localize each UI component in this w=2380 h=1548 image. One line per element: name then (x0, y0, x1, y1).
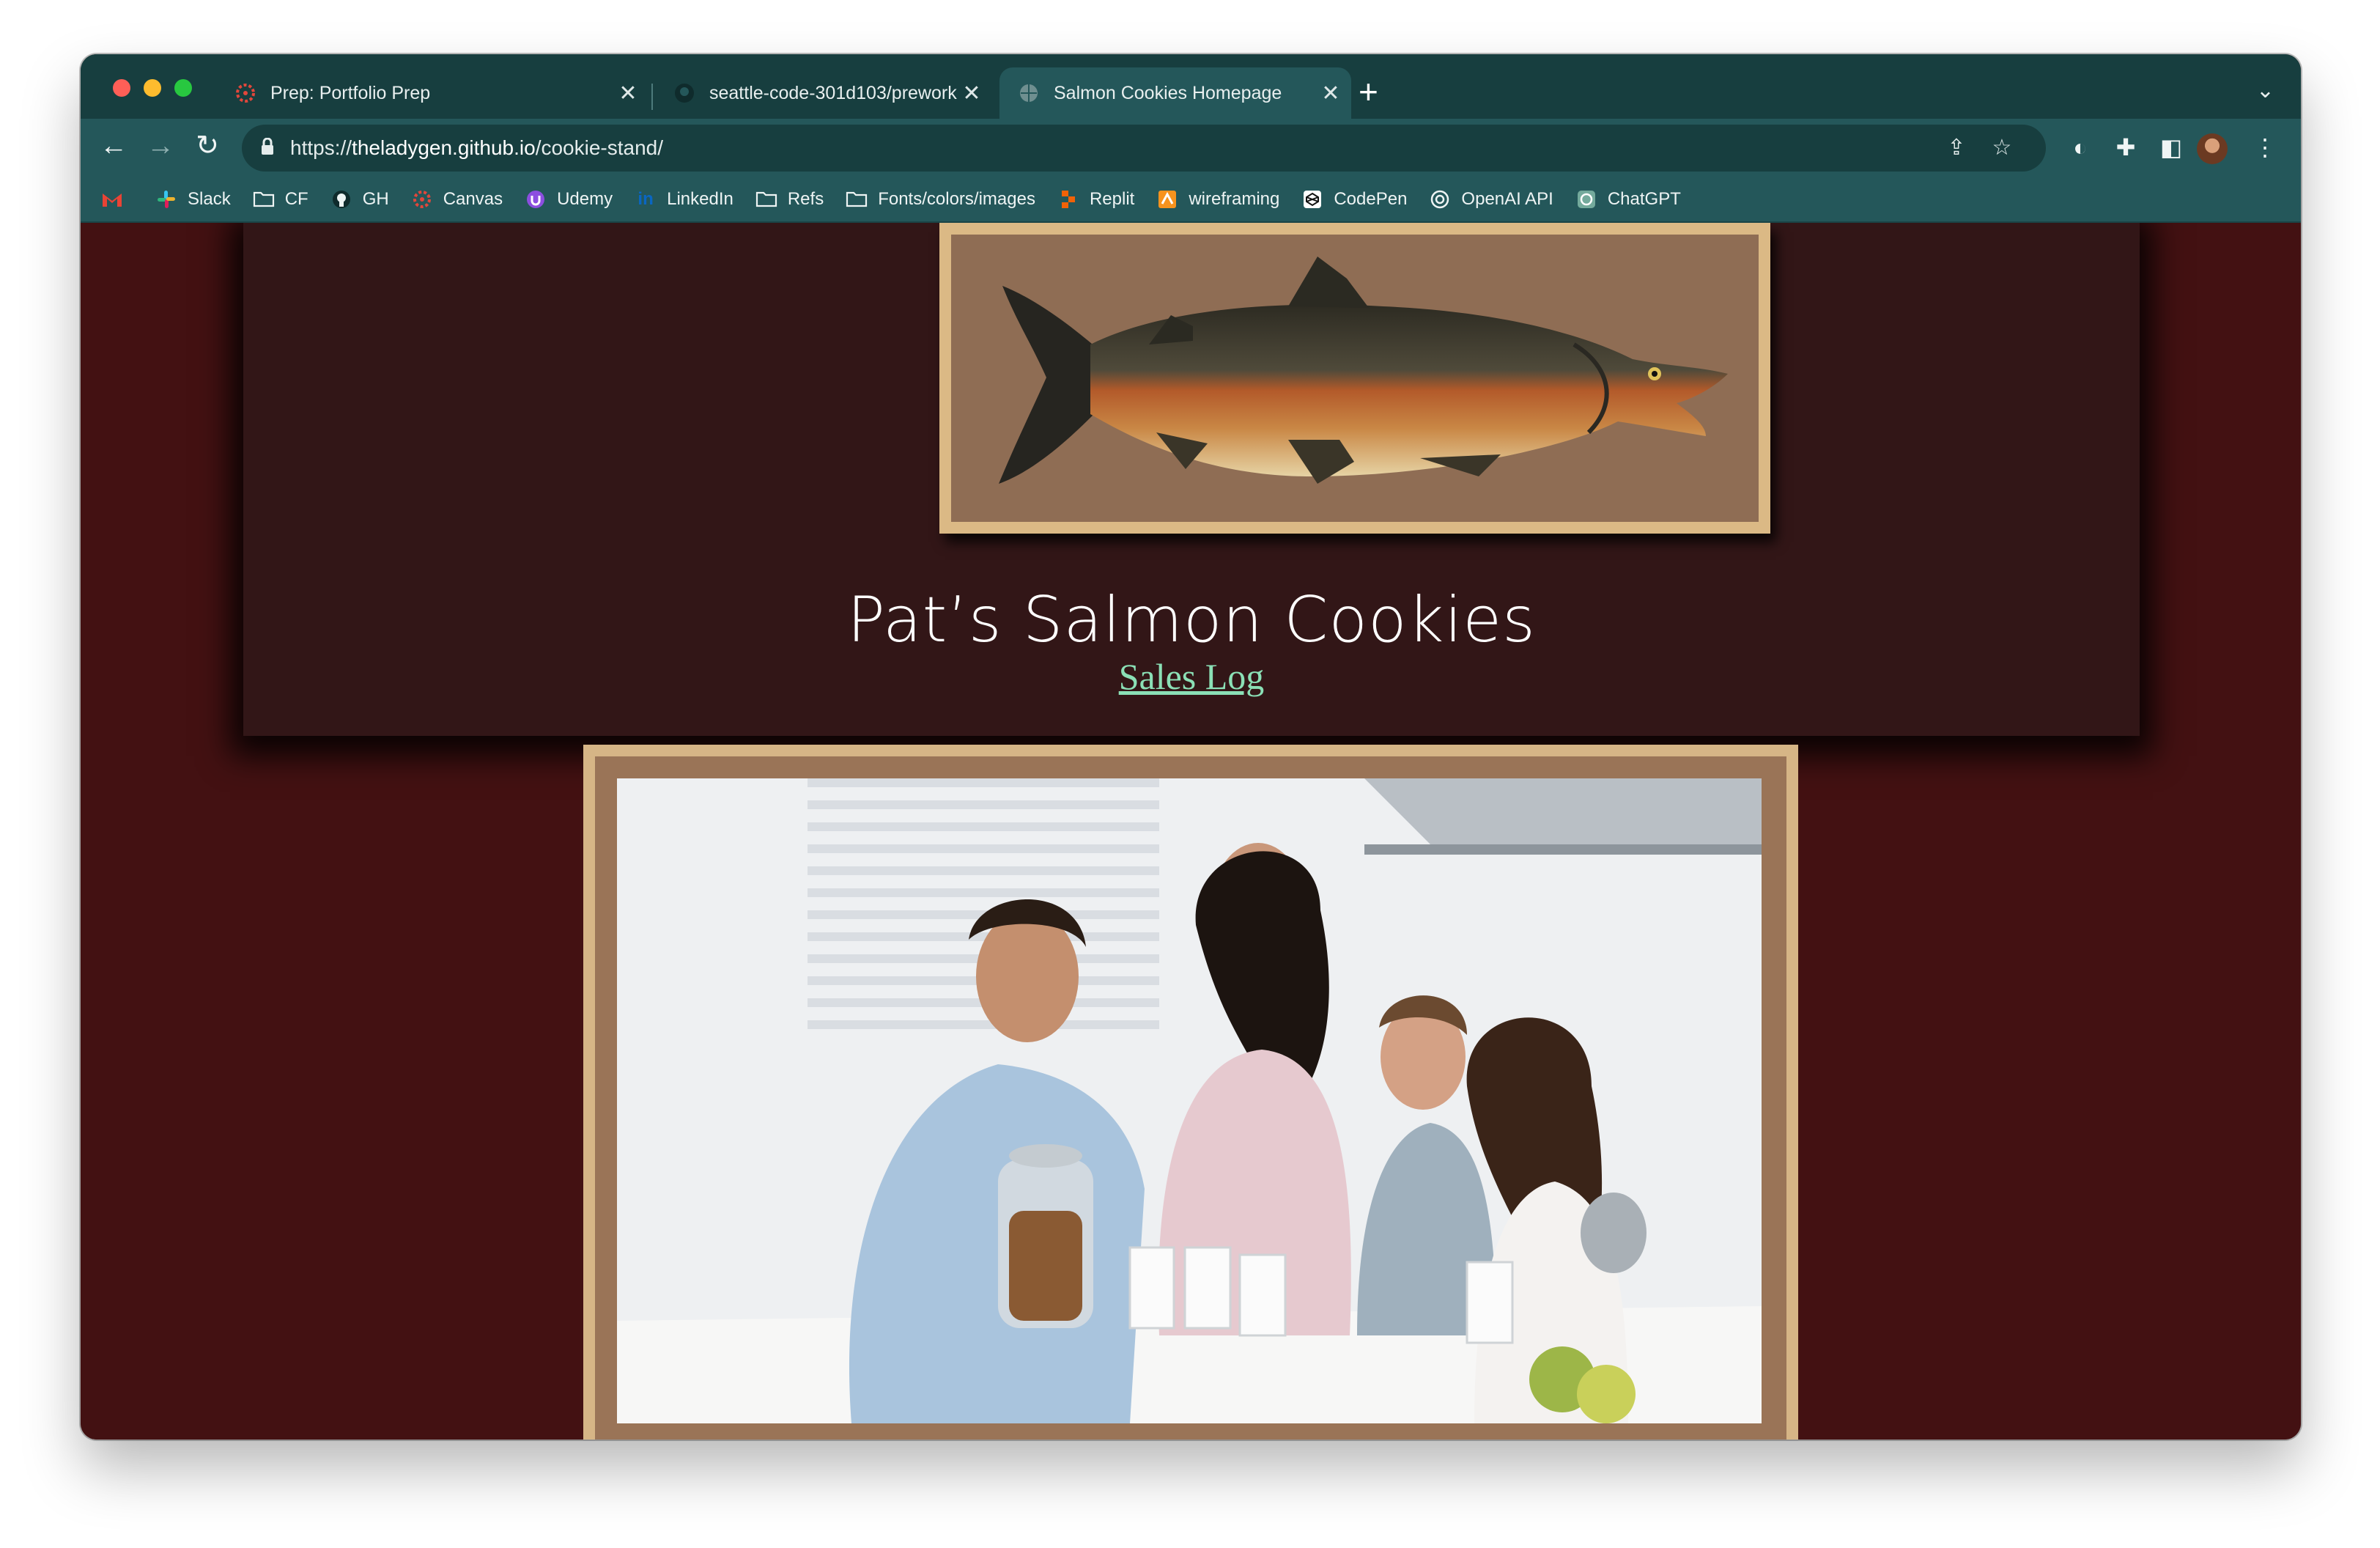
family-photo-illustration (617, 778, 1762, 1423)
url-path: /cookie-stand/ (535, 136, 664, 159)
bookmarks-bar: Slack CF GH Canvas Udemy in LinkedIn Ref… (81, 177, 2301, 223)
site-title: Pat’s Salmon Cookies (846, 583, 1536, 657)
bookmark-fonts-colors-images[interactable]: Fonts/colors/images (846, 188, 1035, 210)
salmon-illustration (999, 257, 1728, 484)
puzzle-icon[interactable]: ✚ (2110, 132, 2141, 163)
bookmark-label: GH (362, 189, 389, 209)
new-tab-button[interactable]: + (1359, 75, 1378, 108)
bookmark-canvas[interactable]: Canvas (411, 188, 503, 210)
udemy-icon (525, 188, 547, 210)
bookmark-label: Udemy (557, 189, 613, 209)
address-bar[interactable]: https://theladygen.github.io/cookie-stan… (242, 125, 2046, 172)
side-panel-icon[interactable]: ◧ (2156, 132, 2187, 163)
bookmark-slack[interactable]: Slack (155, 188, 231, 210)
share-icon[interactable]: ⇪ (1943, 135, 1970, 161)
tab-salmon-cookies[interactable]: Salmon Cookies Homepage ✕ (999, 67, 1351, 119)
chatgpt-icon (1575, 188, 1597, 210)
back-button[interactable]: ← (95, 128, 132, 164)
menu-icon[interactable]: ⋮ (2250, 132, 2280, 163)
bookmark-label: Slack (188, 189, 231, 209)
gmail-icon (101, 188, 123, 210)
bookmark-label: Canvas (443, 189, 503, 209)
extension-icon[interactable]: ◐ (2065, 132, 2096, 163)
bookmark-label: ChatGPT (1607, 189, 1681, 209)
url-host: theladygen.github.io (352, 136, 536, 159)
replit-icon (1057, 188, 1079, 210)
forward-button[interactable]: → (142, 128, 179, 164)
web-page: Pat’s Salmon Cookies Sales Log (81, 223, 2301, 1440)
maximize-window-button[interactable] (174, 79, 192, 97)
close-tab-icon[interactable]: ✕ (957, 81, 986, 106)
browser-toolbar: ← → ↻ https://theladygen.github.io/cooki… (81, 119, 2301, 177)
url-scheme: https:// (290, 136, 352, 159)
folder-icon (755, 188, 777, 210)
bookmark-openai-api[interactable]: OpenAI API (1429, 188, 1553, 210)
bookmark-replit[interactable]: Replit (1057, 188, 1134, 210)
tab-title: Prep: Portfolio Prep (270, 82, 431, 103)
bookmark-codepen[interactable]: CodePen (1301, 188, 1407, 210)
bookmark-label: OpenAI API (1461, 189, 1553, 209)
openai-icon (1429, 188, 1451, 210)
codepen-icon (1301, 188, 1323, 210)
bookmark-label: CodePen (1334, 189, 1408, 209)
bookmark-chatgpt[interactable]: ChatGPT (1575, 188, 1681, 210)
tab-search-chevron-icon[interactable]: ⌄ (2256, 78, 2274, 103)
close-window-button[interactable] (113, 79, 130, 97)
family-cookies-photo (617, 778, 1762, 1423)
github-icon (673, 81, 696, 105)
linkedin-icon: in (638, 189, 654, 209)
tab-portfolio-prep[interactable]: Prep: Portfolio Prep ✕ (216, 67, 648, 119)
sales-log-link[interactable]: Sales Log (243, 655, 2140, 698)
github-icon (330, 188, 352, 210)
salmon-image-frame (939, 223, 1770, 534)
bookmark-linkedin[interactable]: in LinkedIn (635, 188, 733, 210)
bookmark-star-icon[interactable]: ☆ (1989, 135, 2015, 161)
tab-strip: Prep: Portfolio Prep ✕ seattle-code-301d… (81, 54, 2301, 119)
lock-icon (262, 138, 273, 155)
tab-title: Salmon Cookies Homepage (1054, 82, 1282, 103)
close-tab-icon[interactable]: ✕ (1316, 81, 1345, 106)
bookmark-label: wireframing (1189, 189, 1280, 209)
bookmark-udemy[interactable]: Udemy (525, 188, 613, 210)
bookmark-label: Fonts/colors/images (878, 189, 1035, 209)
minimize-window-button[interactable] (144, 79, 161, 97)
bookmark-label: Refs (787, 189, 824, 209)
bookmark-label: CF (284, 189, 308, 209)
folder-icon (253, 188, 275, 210)
close-tab-icon[interactable]: ✕ (613, 81, 643, 106)
browser-window: Prep: Portfolio Prep ✕ seattle-code-301d… (81, 54, 2301, 1440)
tab-separator (651, 84, 653, 110)
bookmark-label: LinkedIn (667, 189, 733, 209)
folder-icon (846, 188, 868, 210)
wireframing-icon (1156, 188, 1178, 210)
url-text: https://theladygen.github.io/cookie-stan… (290, 136, 663, 160)
canvas-icon (411, 188, 433, 210)
globe-icon (1017, 81, 1041, 105)
site-header: Pat’s Salmon Cookies Sales Log (243, 223, 2140, 736)
bookmark-wireframing[interactable]: wireframing (1156, 188, 1279, 210)
tab-title: seattle-code-301d103/prework (709, 82, 957, 103)
bookmark-cf[interactable]: CF (253, 188, 308, 210)
bookmark-label: Replit (1089, 189, 1135, 209)
tab-prework[interactable]: seattle-code-301d103/prework ✕ (655, 67, 992, 119)
reload-button[interactable]: ↻ (189, 128, 226, 164)
avatar[interactable] (2197, 133, 2228, 164)
slack-icon (155, 188, 177, 210)
bookmark-gmail[interactable] (101, 188, 133, 210)
canvas-icon (234, 81, 257, 105)
family-photo-frame (583, 745, 1798, 1440)
bookmark-refs[interactable]: Refs (755, 188, 824, 210)
bookmark-gh[interactable]: GH (330, 188, 389, 210)
